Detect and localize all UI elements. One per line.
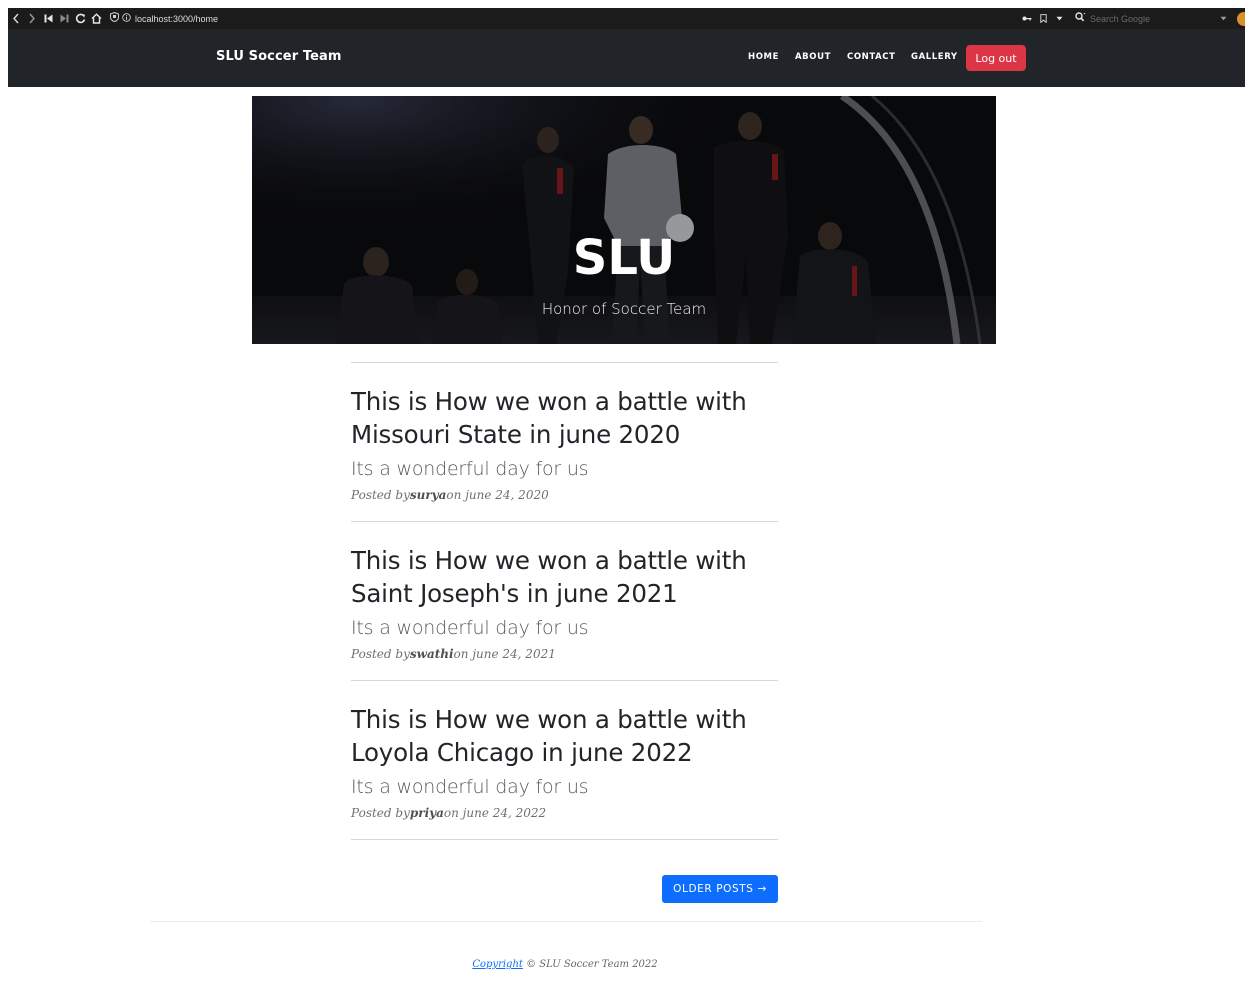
back-icon[interactable] [8,8,24,29]
nav-home[interactable]: HOME [748,52,779,62]
browser-toolbar: localhost:3000/home Search Google [8,8,1245,29]
post-title[interactable]: This is How we won a battle with Saint J… [351,544,778,610]
footer: Copyright © SLU Soccer Team 2022 [0,959,1130,970]
post-author: swathi [409,647,454,661]
hero-subtitle: Honor of Soccer Team [541,300,707,318]
site-navbar: SLU Soccer Team HOME ABOUT CONTACT GALLE… [8,29,1245,87]
search-icon [1075,12,1086,25]
post-meta-prefix: Posted by [351,647,410,661]
bookmark-icon[interactable] [1035,8,1051,29]
nav-gallery[interactable]: GALLERY [911,52,958,62]
post-subtitle[interactable]: Its a wonderful day for us [351,774,778,800]
forward-icon[interactable] [24,8,40,29]
post-preview[interactable]: This is How we won a battle with Saint J… [351,522,778,680]
post-title[interactable]: This is How we won a battle with Loyola … [351,703,778,769]
post-date: on june 24, 2021 [453,647,556,661]
hero-banner: SLU Honor of Soccer Team [252,96,996,344]
divider [351,839,778,840]
nav-about[interactable]: ABOUT [795,52,831,62]
post-meta-prefix: Posted by [351,806,410,820]
logout-button[interactable]: Log out [966,45,1026,71]
nav-contact[interactable]: CONTACT [847,52,896,62]
key-icon[interactable] [1019,8,1035,29]
info-icon[interactable] [122,12,131,25]
shield-icon [110,11,119,25]
search-dropdown-icon[interactable] [1215,8,1231,29]
reload-icon[interactable] [72,8,88,29]
home-icon[interactable] [88,8,104,29]
search-input[interactable]: Search Google [1090,14,1150,24]
post-meta-prefix: Posted by [351,488,410,502]
post-meta: Posted byswathion june 24, 2021 [351,647,778,661]
post-date: on june 24, 2020 [446,488,549,502]
post-meta: Posted bypriyaon june 24, 2022 [351,806,778,820]
post-author: surya [409,488,447,502]
dropdown-icon[interactable] [1051,8,1067,29]
post-title[interactable]: This is How we won a battle with Missour… [351,385,778,451]
search-box[interactable]: Search Google [1075,8,1215,29]
browser-right-controls: Search Google [1019,8,1245,29]
copyright-text: © SLU Soccer Team 2022 [522,959,658,970]
address-bar[interactable]: localhost:3000/home [110,11,219,25]
post-author: priya [409,806,444,820]
hero-title: SLU [572,230,676,286]
navbar-brand[interactable]: SLU Soccer Team [216,49,342,64]
last-icon[interactable] [56,8,72,29]
post-meta: Posted bysuryaon june 24, 2020 [351,488,778,502]
first-icon[interactable] [40,8,56,29]
url-text: localhost:3000/home [135,13,219,24]
post-subtitle[interactable]: Its a wonderful day for us [351,456,778,482]
copyright-link[interactable]: Copyright [472,959,523,970]
post-subtitle[interactable]: Its a wonderful day for us [351,615,778,641]
profile-avatar[interactable] [1237,11,1245,26]
post-preview[interactable]: This is How we won a battle with Loyola … [351,681,778,839]
post-preview[interactable]: This is How we won a battle with Missour… [351,363,778,521]
footer-divider [150,921,982,922]
post-date: on june 24, 2022 [443,806,547,820]
post-list: This is How we won a battle with Missour… [351,362,778,840]
older-posts-button[interactable]: OLDER POSTS → [662,875,778,903]
